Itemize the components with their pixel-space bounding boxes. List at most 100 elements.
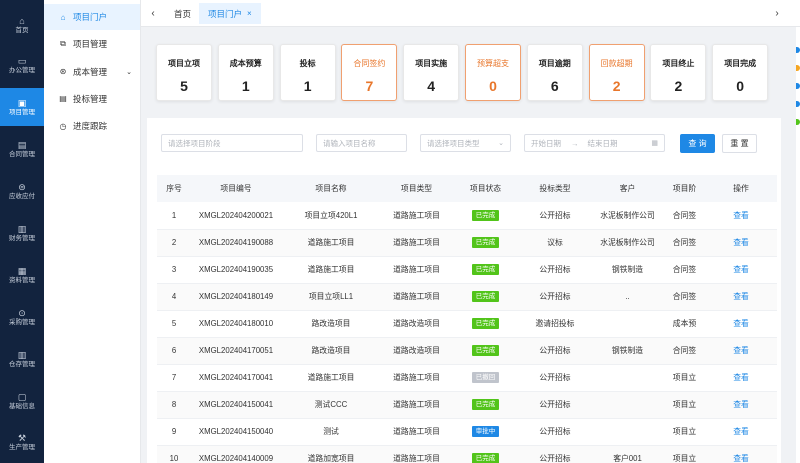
kpi-label: 成本预算 xyxy=(229,59,262,68)
cell-code: XMGL202404190088 xyxy=(191,229,281,257)
table-row: 6 XMGL202404170051 路改造项目 道路改造项目 已完成 公开招标 钢铁制造合… xyxy=(157,337,777,365)
kpi-card[interactable]: 项目立项 5 xyxy=(156,44,212,101)
start-date-placeholder: 开始日期 xyxy=(531,138,561,148)
tab-scroll-left-icon[interactable]: ‹ xyxy=(145,0,161,27)
rail-production[interactable]: ⚒ 生产管理 xyxy=(0,423,44,461)
clock-icon: ◷ xyxy=(59,121,67,131)
close-icon[interactable]: × xyxy=(247,9,252,18)
rail-project[interactable]: ▣ 项目管理 xyxy=(0,88,44,126)
rail-basic[interactable]: ▢ 基础信息 xyxy=(0,382,44,420)
tab-label: 项目门户 xyxy=(208,8,243,19)
table-row: 1 XMGL202404200021 项目立项420L1 道路施工项目 已完成 公开招标水… xyxy=(157,202,777,230)
kpi-card[interactable]: 合同签约 7 xyxy=(341,44,398,101)
cell-stage: 项目立 xyxy=(664,445,705,463)
home-icon: ⌂ xyxy=(19,15,25,26)
search-button[interactable]: 查 询 xyxy=(680,134,715,153)
menu-progress[interactable]: ◷ 进度跟踪 xyxy=(44,113,140,139)
rail-contract[interactable]: ▤ 合同管理 xyxy=(0,130,44,168)
project-name-input[interactable]: 请输入项目名称 xyxy=(316,134,407,152)
cell-customer: 钢铁制造 xyxy=(591,256,664,284)
cell-customer xyxy=(591,418,664,446)
cell-customer: 水泥板制作公司 xyxy=(591,229,664,257)
cell-type: 道路施工项目 xyxy=(381,283,452,311)
secondary-menu: ⌂ 项目门户 ⧉ 项目管理 ⊛ 成本管理 ⌄ ▤ 投标管理 ◷ 进度跟踪 xyxy=(44,0,141,463)
table-row: 7 XMGL202404170041 道路施工项目 道路施工项目 已撤回 公开招标 项目立查… xyxy=(157,364,777,392)
cell-bid: 公开招标 xyxy=(519,364,591,392)
rail-label: 办公管理 xyxy=(9,66,35,74)
chevron-down-icon: ⌄ xyxy=(498,140,504,147)
cell-op: 查看 xyxy=(705,310,777,338)
cell-bid: 邀请招投标 xyxy=(519,310,591,338)
kpi-label: 项目立项 xyxy=(168,59,200,68)
cell-type: 道路施工项目 xyxy=(381,202,452,230)
menu-cost[interactable]: ⊛ 成本管理 ⌄ xyxy=(44,59,140,85)
right-edge-bar xyxy=(796,27,800,463)
warehouse-icon: ▥ xyxy=(17,349,27,360)
rail-documents[interactable]: ▦ 资料管理 xyxy=(0,256,44,294)
project-type-select[interactable]: 请选择项目类型 ⌄ xyxy=(420,134,511,152)
rail-finance[interactable]: ▥ 财务管理 xyxy=(0,214,44,252)
view-link[interactable]: 查看 xyxy=(733,427,749,436)
view-link[interactable]: 查看 xyxy=(733,400,749,409)
menu-portal[interactable]: ⌂ 项目门户 xyxy=(44,4,140,30)
rail-label: 生产管理 xyxy=(9,443,35,451)
stage-select[interactable]: 请选择项目阶段 xyxy=(161,134,303,152)
kpi-card[interactable]: 项目逾期 6 xyxy=(526,44,583,101)
kpi-card[interactable]: 项目终止 2 xyxy=(650,44,707,101)
cell-status: 已完成 xyxy=(452,391,519,419)
kpi-card[interactable]: 项目实施 4 xyxy=(403,44,460,101)
view-link[interactable]: 查看 xyxy=(733,238,749,247)
status-badge: 已完成 xyxy=(471,318,500,329)
cell-stage: 项目立 xyxy=(664,418,705,446)
table-row: 4 XMGL202404180149 项目立项LL1 道路施工项目 已完成 公开招标.. 合… xyxy=(157,283,777,311)
view-link[interactable]: 查看 xyxy=(733,454,749,463)
tab-bar: ‹ 首页 项目门户 × › xyxy=(141,0,800,27)
menu-bidding[interactable]: ▤ 投标管理 xyxy=(44,86,140,112)
rail-label: 基础信息 xyxy=(9,402,35,410)
cell-no: 1 xyxy=(157,202,191,230)
cell-stage: 合同签 xyxy=(664,229,705,257)
reset-button[interactable]: 重 置 xyxy=(722,134,757,153)
cell-status: 已完成 xyxy=(452,256,519,284)
tab-scroll-right-icon[interactable]: › xyxy=(769,0,785,27)
cell-type: 道路施工项目 xyxy=(381,445,452,463)
kpi-card[interactable]: 项目完成 0 xyxy=(712,44,769,101)
cell-op: 查看 xyxy=(705,418,777,446)
status-dot xyxy=(796,47,800,53)
rail-warehouse[interactable]: ▥ 仓存管理 xyxy=(0,340,44,378)
cell-stage: 合同签 xyxy=(664,202,705,230)
rail-purchase[interactable]: ⊙ 采购管理 xyxy=(0,298,44,336)
menu-label: 项目门户 xyxy=(73,12,108,22)
status-dot xyxy=(796,101,800,107)
view-link[interactable]: 查看 xyxy=(733,373,749,382)
rail-label: 财务管理 xyxy=(9,234,35,242)
view-link[interactable]: 查看 xyxy=(733,292,749,301)
date-range-picker[interactable]: 开始日期 → 结束日期 ▦ xyxy=(524,134,665,152)
view-link[interactable]: 查看 xyxy=(733,265,749,274)
view-link[interactable]: 查看 xyxy=(733,211,749,220)
rail-label: 合同管理 xyxy=(9,150,35,158)
cell-code: XMGL202404170051 xyxy=(191,337,281,365)
rail-receivable[interactable]: ⊜ 应收应付 xyxy=(0,172,44,210)
cell-name: 项目立项LL1 xyxy=(281,283,381,311)
tab-home[interactable]: 首页 xyxy=(165,3,200,24)
kpi-card[interactable]: 回款超期 2 xyxy=(588,44,645,101)
kpi-card[interactable]: 预算超支 0 xyxy=(465,44,521,101)
rail-label: 资料管理 xyxy=(9,276,35,284)
tab-project-portal[interactable]: 项目门户 × xyxy=(199,3,261,24)
view-link[interactable]: 查看 xyxy=(733,346,749,355)
cell-name: 道路施工项目 xyxy=(281,229,381,257)
cell-name: 道路加宽项目 xyxy=(281,445,381,463)
purchase-icon: ⊙ xyxy=(18,307,26,318)
kpi-card[interactable]: 成本预算 1 xyxy=(217,44,274,101)
rail-office[interactable]: ▭ 办公管理 xyxy=(0,46,44,84)
cell-status: 已完成 xyxy=(452,283,519,311)
cell-no: 7 xyxy=(157,364,191,392)
rail-home[interactable]: ⌂ 首页 xyxy=(0,6,44,44)
menu-project[interactable]: ⧉ 项目管理 xyxy=(44,31,140,57)
kpi-card[interactable]: 投标 1 xyxy=(279,44,336,101)
project-table: 序号 项目编号 项目名称 项目类型 项目状态 投标类型 客户 项目阶 操作 1 XMGL20240… xyxy=(157,175,777,463)
cell-type: 道路施工项目 xyxy=(381,364,452,392)
view-link[interactable]: 查看 xyxy=(733,319,749,328)
app-rail: ⌂ 首页 ▭ 办公管理 ▣ 项目管理 ▤ 合同管理 ⊜ 应收应付 ▥ 财务管理 ▦ 资料管理 ⊙ 采购管理 ▥ 仓… xyxy=(0,0,44,463)
